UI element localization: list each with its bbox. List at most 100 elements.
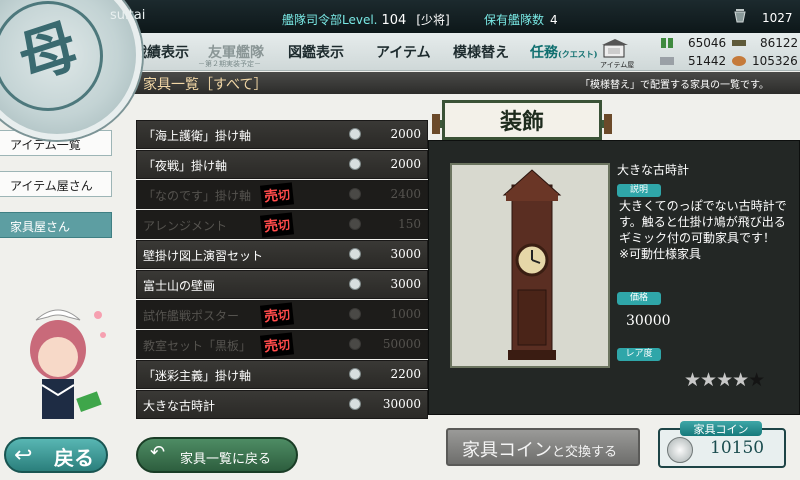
nav-encyclopedia[interactable]: 図鑑表示 [288,42,344,62]
soldout-badge: 売切 [259,212,295,238]
grandfather-clock-image [502,169,562,360]
admiral-level: 艦隊司令部Level. 104 [少将] [282,11,450,28]
furniture-name: 「海上護衛」掛け軸 [143,129,252,143]
item-name: 大きな古時計 [617,163,690,177]
furniture-price: 2400 [390,187,421,201]
steel-value: 51442 [688,54,727,68]
furniture-name: 教室セット「黒板」 [143,339,252,353]
coin-icon [349,308,361,320]
soldout-char-2: 切 [277,307,291,323]
furniture-name: 試作艦戦ポスター [143,309,240,323]
rarity-stars: ★★★★★ [684,369,765,391]
nav-quest-label: 任務 [530,45,558,61]
coin-icon [349,368,361,380]
secretary-ship-girl[interactable] [8,295,108,435]
soldout-char-2: 切 [277,337,291,353]
coin-icon [349,248,361,260]
rarity-stars-empty: ★ [748,369,765,391]
item-description: 大きくてのっぽでない古時計です。触ると仕掛け鳩が飛び出るギミック付の可動家具です… [619,199,787,261]
ammo-value: 86122 [760,36,799,50]
furniture-name: 大きな古時計 [143,399,216,413]
sidebar-item-label: アイテム屋さん [10,179,93,193]
coin-icon [349,158,361,170]
steel-icon [660,57,674,65]
furniture-row[interactable]: 「迷彩主義」掛け軸 2200 [136,360,428,389]
return-to-list-label: 家具一覧に戻る [180,452,272,467]
furniture-price: 2200 [390,367,421,381]
furniture-price: 3000 [390,277,421,291]
nav-quest[interactable]: 任務(クエスト) [530,42,598,62]
admiral-rank: [少将] [416,13,450,27]
return-arrow-icon: ↶ [150,442,166,463]
furniture-row[interactable]: 「夜戦」掛け軸 2000 [136,150,428,179]
nav-quest-sub: (クエスト) [558,49,598,59]
furniture-row: 「なのです」掛け軸 2400 売切 [136,180,428,209]
furniture-price: 1000 [390,307,421,321]
furniture-row[interactable]: 「海上護衛」掛け軸 2000 [136,120,428,149]
ship-count-label: 保有艦隊数 [484,13,545,27]
furniture-row[interactable]: 大きな古時計 30000 [136,390,428,419]
ship-count-value: 4 [550,13,558,27]
price-tag: 価格 [617,292,661,305]
coin-icon [349,338,361,350]
furniture-row: アレンジメント 150 売切 [136,210,428,239]
furniture-name: 「なのです」掛け軸 [143,189,252,203]
rarity-tag: レア度 [617,348,661,361]
page-note: 「模様替え」で配置する家具の一覧です。 [580,80,769,91]
category-banner-text: 装飾 [499,109,544,135]
exchange-sub-label: と交換する [552,445,618,460]
furniture-name: 「夜戦」掛け軸 [143,159,228,173]
furniture-coin-label: 家具コイン [693,423,749,436]
soldout-char-2: 切 [277,217,291,233]
admiral-level-label: 艦隊司令部Level. [282,13,378,27]
fuel-value: 65046 [688,36,727,50]
furniture-coin-value: 10150 [710,438,765,458]
admiral-level-value: 104 [381,13,407,28]
coin-icon [349,188,361,200]
ship-count: 保有艦隊数 4 [484,11,558,28]
furniture-name: 富士山の壁画 [143,279,216,293]
back-button-label: 戻る [54,446,94,470]
repair-bucket-count: 1027 [762,11,793,25]
furniture-list: 「海上護衛」掛け軸 2000 「夜戦」掛け軸 2000 「なのです」掛け軸 24… [136,120,428,419]
furniture-price: 150 [398,217,421,231]
coin-icon [349,278,361,290]
rarity-stars-filled: ★★★★ [684,369,749,391]
bauxite-icon [732,56,746,66]
furniture-price: 2000 [390,157,421,171]
furniture-price: 30000 [382,397,421,411]
nav-remodel[interactable]: 模様替え [453,42,509,62]
nav-friend-fleet-sub: －第２期実装予定－ [198,60,261,68]
furniture-row[interactable]: 富士山の壁画 3000 [136,270,428,299]
coin-icon [349,398,361,410]
repair-bucket-icon [734,9,746,23]
item-image-frame [450,163,610,368]
bauxite-value: 105326 [752,54,798,68]
sidebar-item-label: アイテム一覧 [10,138,81,152]
ammo-icon [732,40,746,46]
soldout-char-2: 切 [277,187,291,203]
soldout-badge: 売切 [259,332,295,358]
furniture-name: 壁掛け図上演習セット [143,249,264,263]
exchange-coin-button[interactable]: 家具コインと交換する [446,428,640,466]
furniture-name: アレンジメント [143,219,228,233]
furniture-row: 教室セット「黒板」 50000 売切 [136,330,428,359]
furniture-coin-icon [667,437,693,463]
username: suitai [110,8,146,23]
item-price: 30000 [626,313,671,329]
sidebar-item-item-shop[interactable]: アイテム屋さん [0,171,112,197]
furniture-price: 3000 [390,247,421,261]
sidebar-item-furniture-shop[interactable]: 家具屋さん [0,212,112,238]
coin-icon [349,218,361,230]
exchange-main-label: 家具コイン [462,440,552,461]
furniture-price: 2000 [390,127,421,141]
soldout-badge: 売切 [259,302,295,328]
description-tag: 説明 [617,184,661,197]
coin-icon [349,128,361,140]
furniture-row[interactable]: 壁掛け図上演習セット 3000 [136,240,428,269]
nav-items[interactable]: アイテム [376,42,431,62]
soldout-badge: 売切 [259,182,295,208]
furniture-row: 試作艦戦ポスター 1000 売切 [136,300,428,329]
furniture-name: 「迷彩主義」掛け軸 [143,369,252,383]
item-shop-label: アイテム屋 [600,61,635,69]
